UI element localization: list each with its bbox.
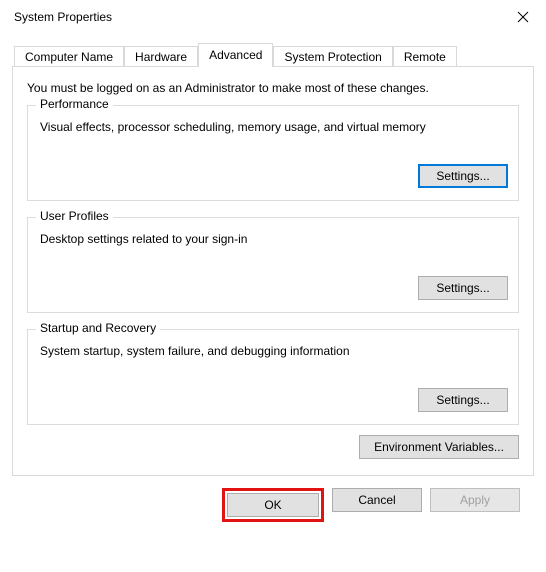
close-button[interactable] — [500, 0, 546, 34]
group-startup-recovery: Startup and Recovery System startup, sys… — [27, 329, 519, 425]
performance-settings-button[interactable]: Settings... — [418, 164, 508, 188]
ok-highlight: OK — [222, 488, 324, 522]
group-performance-desc: Visual effects, processor scheduling, me… — [40, 120, 508, 134]
cancel-button[interactable]: Cancel — [332, 488, 422, 512]
close-icon — [517, 11, 529, 23]
group-startup-recovery-legend: Startup and Recovery — [36, 321, 160, 335]
group-startup-recovery-desc: System startup, system failure, and debu… — [40, 344, 508, 358]
ok-button[interactable]: OK — [227, 493, 319, 517]
group-user-profiles-legend: User Profiles — [36, 209, 113, 223]
user-profiles-settings-button[interactable]: Settings... — [418, 276, 508, 300]
dialog-footer: OK Cancel Apply — [12, 476, 534, 522]
tab-computer-name[interactable]: Computer Name — [14, 46, 124, 68]
titlebar: System Properties — [0, 0, 546, 34]
admin-note: You must be logged on as an Administrato… — [27, 81, 519, 95]
group-performance-legend: Performance — [36, 97, 113, 111]
environment-variables-button[interactable]: Environment Variables... — [359, 435, 519, 459]
tabstrip: Computer Name Hardware Advanced System P… — [14, 42, 534, 66]
tab-remote[interactable]: Remote — [393, 46, 457, 68]
tab-hardware[interactable]: Hardware — [124, 46, 198, 68]
window-title: System Properties — [14, 10, 112, 24]
tab-system-protection[interactable]: System Protection — [273, 46, 392, 68]
group-user-profiles-desc: Desktop settings related to your sign-in — [40, 232, 508, 246]
apply-button[interactable]: Apply — [430, 488, 520, 512]
startup-recovery-settings-button[interactable]: Settings... — [418, 388, 508, 412]
tab-advanced[interactable]: Advanced — [198, 43, 273, 67]
group-user-profiles: User Profiles Desktop settings related t… — [27, 217, 519, 313]
dialog-content: Computer Name Hardware Advanced System P… — [0, 34, 546, 522]
group-performance: Performance Visual effects, processor sc… — [27, 105, 519, 201]
tab-panel-advanced: You must be logged on as an Administrato… — [12, 66, 534, 476]
